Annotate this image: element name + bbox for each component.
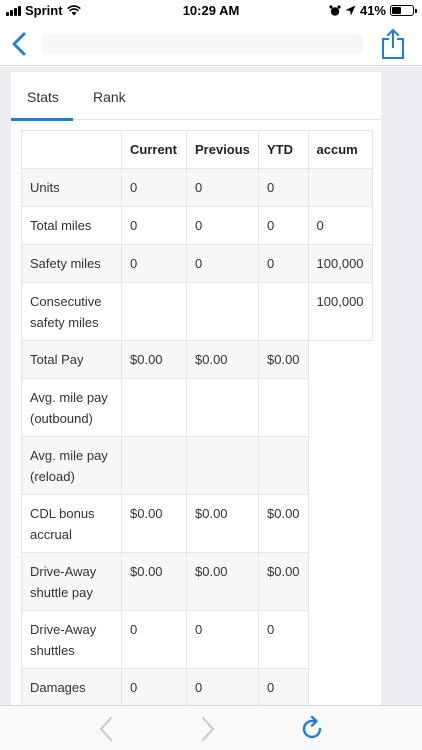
cell-previous: $0.00 [186, 494, 259, 553]
location-icon [345, 5, 356, 16]
cell-current: 0 [121, 244, 187, 283]
alarm-icon [329, 4, 341, 16]
cell-ytd: $0.00 [258, 494, 309, 553]
cell-previous: $0.00 [186, 552, 259, 611]
browser-nav-bar [0, 22, 422, 66]
header-accum: accum [307, 130, 373, 169]
cell-accum: 100,000 [307, 282, 373, 341]
battery-percent: 41% [359, 3, 386, 18]
cell-empty [308, 340, 373, 379]
cell-current: 0 [121, 168, 187, 207]
chevron-right-icon[interactable] [200, 716, 216, 742]
cell-previous: 0 [186, 168, 259, 207]
table-row: Consecutive safety miles 100,000 [21, 282, 373, 341]
header-previous: Previous [186, 130, 259, 169]
cell-previous: 0 [186, 244, 259, 283]
table-row: CDL bonus accrual $0.00 $0.00 $0.00 [21, 494, 373, 553]
browser-toolbar [0, 705, 422, 750]
cell-previous [186, 436, 259, 495]
row-label: Avg. mile pay (reload) [21, 436, 122, 495]
row-label: Safety miles [21, 244, 122, 283]
row-label: Damages [21, 668, 122, 705]
cell-current: 0 [121, 668, 187, 705]
cell-current: $0.00 [121, 552, 187, 611]
cell-ytd: $0.00 [258, 340, 309, 379]
share-icon[interactable] [380, 28, 406, 60]
active-tab-indicator [11, 118, 73, 121]
table-row: Safety miles 0 0 0 100,000 [21, 244, 373, 283]
cell-previous: 0 [186, 206, 259, 245]
cell-empty [308, 610, 373, 669]
chevron-left-icon[interactable] [98, 716, 114, 742]
status-bar: Sprint 10:29 AM 41% [0, 0, 422, 22]
cell-accum: 0 [307, 206, 373, 245]
cell-ytd [258, 282, 309, 341]
cell-current [121, 436, 187, 495]
cell-empty [308, 494, 373, 553]
reload-icon[interactable] [301, 715, 325, 743]
cell-ytd: 0 [258, 668, 309, 705]
cell-ytd: 0 [258, 168, 309, 207]
header-ytd: YTD [258, 130, 309, 169]
table-row: Avg. mile pay (outbound) [21, 378, 373, 437]
tab-rank[interactable]: Rank [93, 89, 126, 105]
cell-empty [308, 668, 373, 705]
tab-bar: Stats Rank [11, 72, 381, 121]
cell-ytd [258, 436, 309, 495]
address-bar[interactable] [42, 34, 362, 54]
cell-empty [308, 436, 373, 495]
row-label: Consecutive safety miles [21, 282, 122, 341]
cell-empty [308, 552, 373, 611]
cell-ytd: $0.00 [258, 552, 309, 611]
cell-current: 0 [121, 206, 187, 245]
row-label: Drive-Away shuttle pay [21, 552, 122, 611]
cell-current [121, 378, 187, 437]
row-label: Total Pay [21, 340, 122, 379]
cell-previous [186, 378, 259, 437]
table-row: Units 0 0 0 [21, 168, 373, 207]
cell-ytd [258, 378, 309, 437]
header-blank [21, 130, 122, 169]
tab-stats[interactable]: Stats [27, 89, 59, 105]
stats-card: Stats Rank Current Previous YTD accum Un… [11, 72, 381, 705]
cell-accum [307, 168, 373, 207]
web-page: Stats Rank Current Previous YTD accum Un… [0, 67, 422, 705]
cell-current: 0 [121, 610, 187, 669]
header-current: Current [121, 130, 187, 169]
row-label: Units [21, 168, 122, 207]
cell-ytd: 0 [258, 206, 309, 245]
row-label: Avg. mile pay (outbound) [21, 378, 122, 437]
status-right: 41% [329, 3, 417, 18]
cell-previous: 0 [186, 610, 259, 669]
cell-previous: $0.00 [186, 340, 259, 379]
battery-icon [390, 5, 417, 16]
table-row: Avg. mile pay (reload) [21, 436, 373, 495]
back-chevron-icon[interactable] [8, 30, 32, 58]
row-label: Drive-Away shuttles [21, 610, 122, 669]
stats-table: Current Previous YTD accum Units 0 0 0 T… [21, 130, 373, 705]
row-label: CDL bonus accrual [21, 494, 122, 553]
table-row: Total miles 0 0 0 0 [21, 206, 373, 245]
cell-current [121, 282, 187, 341]
table-row: Drive-Away shuttle pay $0.00 $0.00 $0.00 [21, 552, 373, 611]
cell-current: $0.00 [121, 340, 187, 379]
cell-ytd: 0 [258, 244, 309, 283]
cell-accum: 100,000 [307, 244, 373, 283]
cell-previous [186, 282, 259, 341]
table-row: Damages 0 0 0 [21, 668, 373, 705]
table-row: Drive-Away shuttles 0 0 0 [21, 610, 373, 669]
table-row: Total Pay $0.00 $0.00 $0.00 [21, 340, 373, 379]
cell-ytd: 0 [258, 610, 309, 669]
cell-empty [308, 378, 373, 437]
cell-previous: 0 [186, 668, 259, 705]
row-label: Total miles [21, 206, 122, 245]
table-header-row: Current Previous YTD accum [21, 130, 373, 169]
cell-current: $0.00 [121, 494, 187, 553]
